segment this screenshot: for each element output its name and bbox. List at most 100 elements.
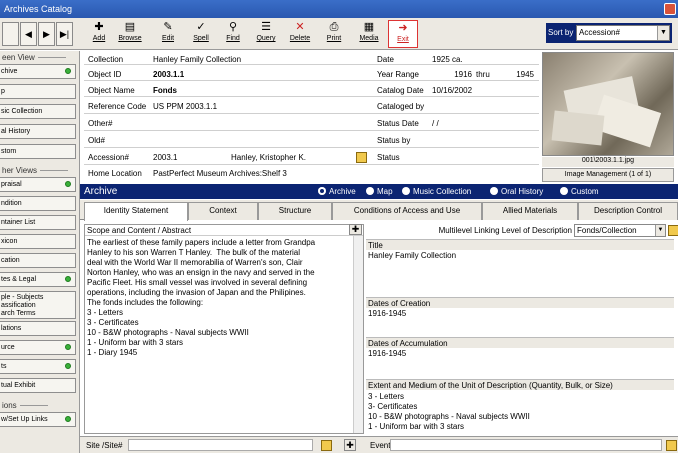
cataloged-by-field[interactable] — [432, 102, 537, 112]
tab-allied-materials[interactable]: Allied Materials — [482, 202, 578, 220]
old-number-label: Old# — [88, 136, 105, 145]
media-button[interactable]: ▦ Media — [354, 20, 384, 48]
screen-view-item[interactable]: al History — [0, 124, 76, 139]
find-button[interactable]: ⚲ Find — [218, 20, 248, 48]
scope-content-field[interactable]: The earliest of these family papers incl… — [85, 236, 363, 360]
record-photo[interactable] — [542, 52, 674, 156]
option-item[interactable]: w/Set Up Links — [0, 412, 76, 427]
tab-context[interactable]: Context — [188, 202, 258, 220]
event-field[interactable] — [390, 439, 662, 451]
other-view-item[interactable]: lations — [0, 321, 76, 336]
close-window-button[interactable] — [664, 3, 676, 15]
previous-record-button[interactable]: ◀ — [20, 22, 37, 46]
object-name-label: Object Name — [88, 86, 135, 95]
print-button[interactable]: ⎙ Print — [319, 20, 349, 48]
radio-oral-history[interactable]: Oral History — [490, 186, 543, 197]
spell-icon: ✓ — [196, 21, 206, 33]
status-dot-icon — [65, 68, 71, 74]
window-title: Archives Catalog — [4, 4, 73, 14]
screen-view-item[interactable]: sic Collection — [0, 104, 76, 119]
left-panel: een View chive p sic Collection al History s… — [0, 51, 80, 453]
options-header: ions — [2, 401, 48, 410]
last-record-button[interactable]: ▶| — [56, 22, 73, 46]
other-view-item[interactable]: praisal — [0, 177, 76, 192]
title-field[interactable]: Hanley Family Collection — [366, 250, 674, 296]
other-view-item[interactable]: tual Exhibit — [0, 378, 76, 393]
object-id-field[interactable]: 2003.1.1 — [153, 70, 371, 79]
folder-icon[interactable] — [668, 225, 678, 236]
multilevel-value: Fonds/Collection — [577, 226, 637, 235]
tab-conditions-of-access[interactable]: Conditions of Access and Use — [332, 202, 482, 220]
reference-code-field[interactable]: US PPM 2003.1.1 — [153, 102, 371, 111]
screen-view-item[interactable]: p — [0, 84, 76, 99]
dates-accumulation-field[interactable]: 1916-1945 — [366, 348, 674, 378]
query-button[interactable]: ☰ Query — [251, 20, 281, 48]
other-view-item[interactable]: urce — [0, 340, 76, 355]
year-range-from-field[interactable]: 1916 — [432, 70, 472, 79]
add-button[interactable]: ✚ Add — [84, 20, 114, 48]
other-number-field[interactable] — [153, 118, 371, 128]
year-range-to-field[interactable]: 1945 — [496, 70, 534, 79]
exit-button[interactable]: ➜ Exit — [388, 20, 418, 48]
status-dot-icon — [65, 181, 71, 187]
other-view-item[interactable]: xicon — [0, 234, 76, 249]
screen-view-item[interactable]: chive — [0, 64, 76, 79]
next-record-button[interactable]: ▶ — [38, 22, 55, 46]
reference-code-label: Reference Code — [88, 102, 147, 111]
other-view-item[interactable]: ts — [0, 359, 76, 374]
tab-identity-statement[interactable]: Identity Statement — [84, 202, 188, 221]
folder-icon[interactable] — [356, 152, 367, 163]
catalog-date-field[interactable]: 10/16/2002 — [432, 86, 537, 95]
other-view-item[interactable]: tes & Legal — [0, 272, 76, 287]
date-field[interactable]: 1925 ca. — [432, 55, 537, 64]
image-management-button[interactable]: Image Management (1 of 1) — [542, 168, 674, 182]
expand-button[interactable]: ✚ — [349, 224, 362, 235]
other-view-item[interactable]: ple - Subjects assification arch Terms — [0, 291, 76, 319]
tab-structure[interactable]: Structure — [258, 202, 332, 220]
radio-map[interactable]: Map — [366, 186, 393, 197]
old-number-field[interactable] — [153, 135, 371, 145]
screen-view-item[interactable]: stom — [0, 144, 76, 159]
scope-scrollbar[interactable] — [353, 236, 363, 433]
accession-field[interactable]: 2003.1 — [153, 153, 223, 162]
delete-button[interactable]: ✕ Delete — [285, 20, 315, 48]
other-view-item[interactable]: cation — [0, 253, 76, 268]
edit-button[interactable]: ✎ Edit — [153, 20, 183, 48]
dates-creation-field[interactable]: 1916-1945 — [366, 308, 674, 336]
title-label: Title — [366, 239, 674, 250]
other-view-item[interactable]: ndition — [0, 196, 76, 211]
folder-icon[interactable] — [666, 440, 677, 451]
site-field[interactable] — [128, 439, 313, 451]
status-label: Status — [377, 153, 400, 162]
accession-name-field[interactable]: Hanley, Kristopher K. — [231, 153, 349, 162]
collection-field[interactable]: Hanley Family Collection — [153, 55, 371, 64]
radio-music-collection[interactable]: Music Collection — [402, 186, 471, 197]
extent-field[interactable]: 3 - Letters 3- Certificates 10 - B&W pho… — [366, 391, 674, 432]
catalog-date-label: Catalog Date — [377, 86, 424, 95]
other-view-item[interactable]: ntainer List — [0, 215, 76, 230]
status-field[interactable] — [432, 152, 537, 162]
radio-custom[interactable]: Custom — [560, 186, 599, 197]
add-site-button[interactable]: ✚ — [344, 439, 356, 451]
object-name-field[interactable]: Fonds — [153, 86, 371, 95]
folder-icon[interactable] — [321, 440, 332, 451]
status-date-field[interactable]: / / — [432, 119, 537, 128]
status-dot-icon — [65, 344, 71, 350]
sort-control: Sort by Accession# ▼ — [546, 23, 672, 43]
archive-title: Archive — [84, 186, 118, 197]
other-view-item-label: cation — [1, 257, 20, 264]
browse-button[interactable]: ▤ Browse — [115, 20, 145, 48]
option-item-label: w/Set Up Links — [1, 416, 48, 423]
multilevel-select[interactable]: Fonds/Collection ▼ — [574, 224, 666, 237]
tab-description-control[interactable]: Description Control — [578, 202, 678, 220]
year-range-thru-label: thru — [476, 70, 490, 79]
sort-select[interactable]: Accession# ▼ — [576, 25, 670, 41]
object-id-label: Object ID — [88, 70, 122, 79]
status-by-field[interactable] — [432, 135, 537, 145]
other-view-item-label: ndition — [1, 200, 22, 207]
first-record-button[interactable] — [2, 22, 19, 46]
home-location-field[interactable]: PastPerfect Museum Archives:Shelf 3 — [153, 169, 371, 178]
other-view-item-label: lations — [1, 325, 22, 332]
radio-archive[interactable]: Archive — [318, 186, 356, 197]
spell-button[interactable]: ✓ Spell — [186, 20, 216, 48]
